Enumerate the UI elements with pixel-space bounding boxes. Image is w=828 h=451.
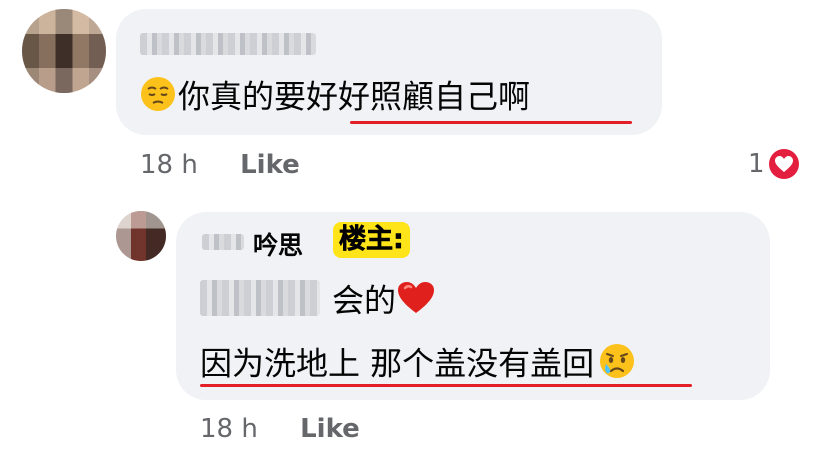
heart-reaction-icon [768, 149, 799, 179]
reply-meta: 18 h Like [200, 414, 360, 444]
comment-text-underline [350, 121, 632, 124]
reply-author-name-blurred[interactable] [202, 234, 244, 250]
reaction-count: 1 [748, 149, 765, 179]
comment-text-row: 你真的要好好照顧自己啊 [140, 76, 530, 121]
reaction-summary[interactable]: 1 [748, 149, 799, 179]
reply-avatar[interactable] [116, 211, 166, 261]
crying-face-emoji-icon [598, 342, 636, 389]
reply-timestamp[interactable]: 18 h [200, 414, 258, 444]
reply-author-name[interactable]: 吟思 [253, 226, 303, 262]
comment-timestamp[interactable]: 18 h [140, 150, 198, 180]
reply-line2: 因为洗地上 那个盖没有盖回 [200, 342, 638, 389]
red-heart-emoji-icon [396, 280, 436, 325]
pensive-face-emoji-icon [140, 76, 176, 121]
comment-text: 你真的要好好照顧自己啊 [178, 77, 531, 116]
comment-author-name-blurred[interactable] [140, 33, 316, 55]
reply-line1: 会的 [332, 280, 438, 325]
avatar[interactable] [22, 9, 106, 93]
reply-like-button[interactable]: Like [300, 414, 360, 444]
reply-line1-text: 会的 [332, 281, 397, 320]
reply-text-blurred [200, 280, 320, 316]
comment-meta: 18 h Like [140, 150, 300, 180]
reply-text-underline [200, 384, 692, 387]
op-badge: 楼主: [333, 222, 410, 258]
reply-line2-text: 因为洗地上 那个盖没有盖回 [200, 344, 595, 383]
like-button[interactable]: Like [240, 150, 300, 180]
